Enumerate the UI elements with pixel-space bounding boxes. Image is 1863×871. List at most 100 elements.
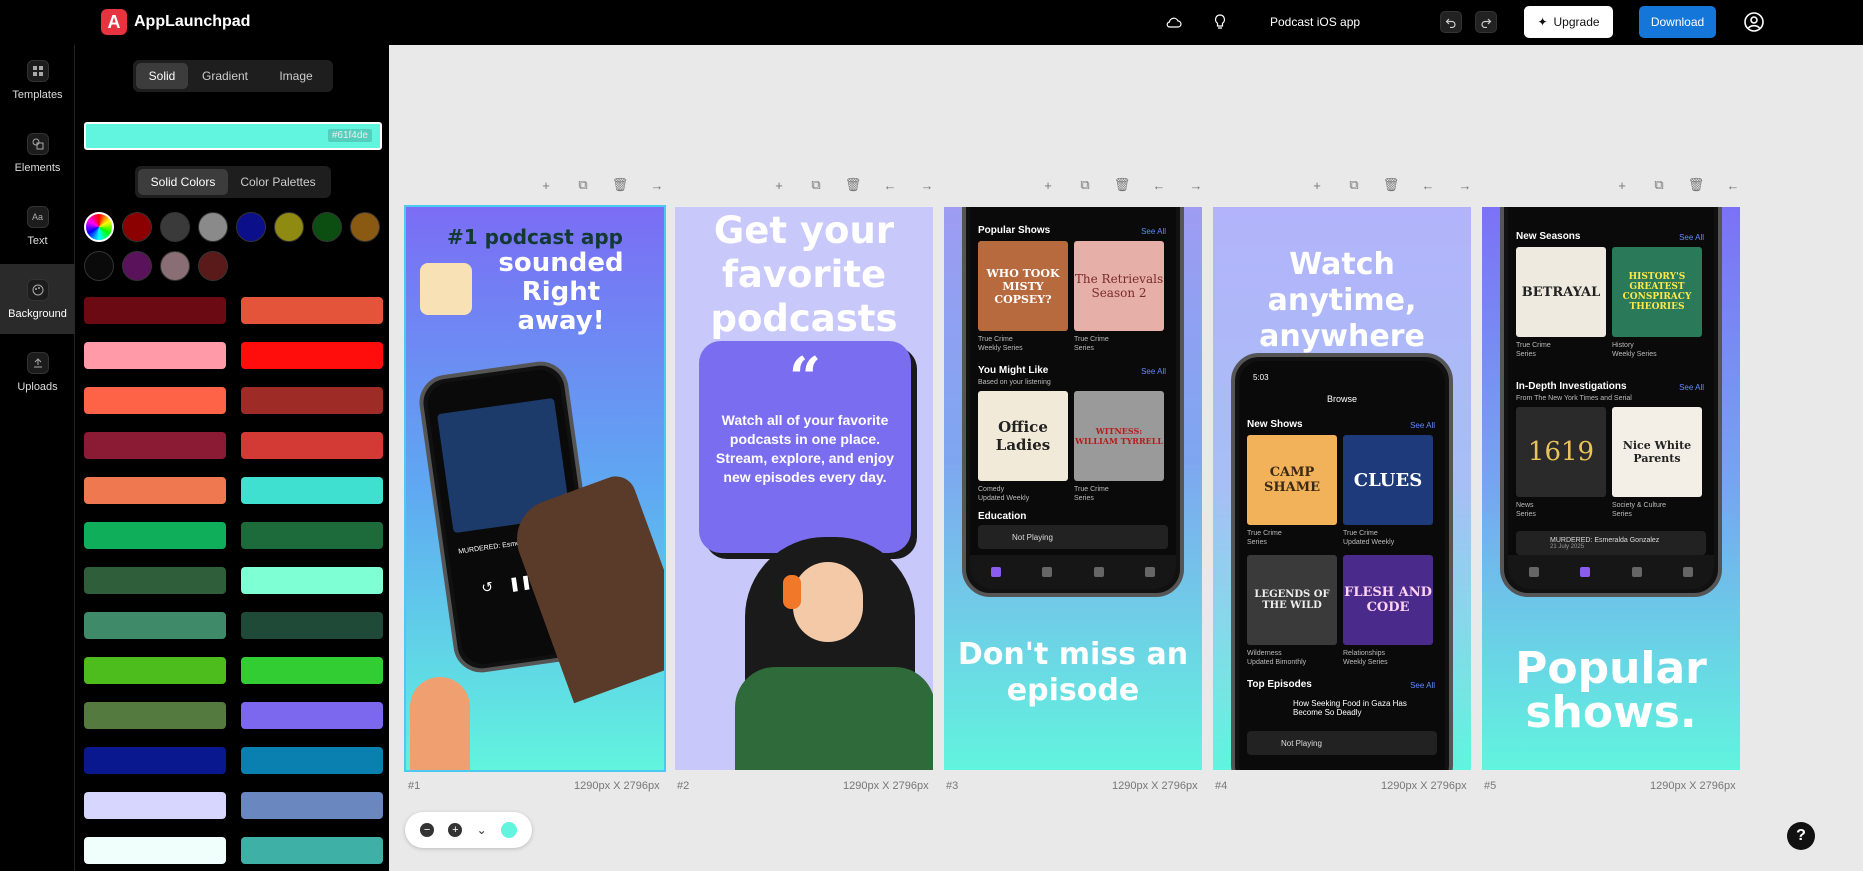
- podcast-logo-badge[interactable]: [420, 263, 472, 315]
- color-bar[interactable]: [84, 522, 226, 549]
- color-bar[interactable]: [241, 297, 383, 324]
- frame4-headline[interactable]: Watch anytime, anywhere: [1213, 247, 1471, 355]
- card-conspiracy-theories[interactable]: HISTORY'S GREATEST CONSPIRACY THEORIES: [1612, 247, 1702, 337]
- color-swatch[interactable]: [274, 212, 304, 242]
- project-name[interactable]: Podcast iOS app: [1270, 15, 1360, 29]
- tab-solid[interactable]: Solid: [136, 63, 188, 89]
- color-swatch[interactable]: [160, 212, 190, 242]
- rail-elements[interactable]: Elements: [0, 118, 75, 188]
- card-clues[interactable]: CLUES: [1343, 435, 1433, 525]
- see-all-link[interactable]: See All: [1410, 681, 1435, 690]
- current-color-field[interactable]: #61f4de: [84, 122, 382, 150]
- app-logo[interactable]: A AppLaunchpad: [101, 9, 250, 35]
- current-color-hex[interactable]: #61f4de: [327, 129, 372, 142]
- color-bar[interactable]: [84, 612, 226, 639]
- see-all-link[interactable]: See All: [1141, 227, 1166, 236]
- chevron-down-icon[interactable]: ⌄: [477, 823, 487, 837]
- download-button[interactable]: Download: [1639, 6, 1716, 38]
- frame4-phone[interactable]: 5:03 Browse New Shows See All CAMP SHAME…: [1231, 353, 1453, 770]
- delete-icon[interactable]: 🗑: [1688, 177, 1705, 193]
- duplicate-icon[interactable]: ⧉: [1077, 177, 1093, 193]
- rail-text[interactable]: Aa Text: [0, 191, 75, 261]
- color-bar[interactable]: [241, 792, 383, 819]
- account-icon[interactable]: [1743, 11, 1765, 33]
- see-all-link[interactable]: See All: [1679, 233, 1704, 242]
- move-left-icon[interactable]: ←: [1151, 177, 1167, 193]
- browse-tab-icon[interactable]: [1580, 567, 1591, 577]
- tab-gradient[interactable]: Gradient: [188, 63, 262, 89]
- frame5-footer[interactable]: Popular shows.: [1482, 647, 1740, 735]
- now-playing-bar[interactable]: Not Playing: [978, 525, 1168, 549]
- move-right-icon[interactable]: →: [649, 177, 665, 193]
- top-episode-title[interactable]: How Seeking Food in Gaza Has Become So D…: [1293, 699, 1413, 717]
- screenshot-frame-1[interactable]: #1 podcast app sounded Right away! MURDE…: [404, 205, 666, 772]
- card-nice-white-parents[interactable]: Nice White Parents: [1612, 407, 1702, 497]
- cloud-save-icon[interactable]: [1164, 12, 1184, 32]
- frame1-headline-top[interactable]: #1 podcast app: [406, 225, 664, 249]
- move-right-icon[interactable]: →: [1188, 177, 1204, 193]
- tab-color-palettes[interactable]: Color Palettes: [228, 169, 328, 195]
- zoom-in-button[interactable]: +: [448, 823, 463, 837]
- color-bar[interactable]: [84, 747, 226, 774]
- color-swatch[interactable]: [198, 212, 228, 242]
- delete-icon[interactable]: 🗑: [845, 177, 862, 193]
- color-swatch[interactable]: [84, 251, 114, 281]
- card-betrayal[interactable]: BETRAYAL: [1516, 247, 1606, 337]
- color-picker-swatch[interactable]: [84, 212, 114, 242]
- color-swatch[interactable]: [236, 212, 266, 242]
- color-bar[interactable]: [84, 387, 226, 414]
- add-frame-icon[interactable]: +: [1309, 177, 1325, 193]
- add-frame-icon[interactable]: +: [1614, 177, 1630, 193]
- add-frame-icon[interactable]: +: [1040, 177, 1056, 193]
- undo-button[interactable]: [1440, 11, 1462, 33]
- see-all-link[interactable]: See All: [1679, 383, 1704, 392]
- frame5-phone[interactable]: New Seasons See All BETRAYAL HISTORY'S G…: [1500, 207, 1722, 597]
- move-left-icon[interactable]: ←: [1420, 177, 1436, 193]
- home-tab-icon[interactable]: [990, 567, 1001, 577]
- color-bar[interactable]: [241, 477, 383, 504]
- add-frame-icon[interactable]: +: [771, 177, 787, 193]
- zoom-out-button[interactable]: −: [420, 823, 435, 837]
- upgrade-button[interactable]: ✦ Upgrade: [1524, 6, 1613, 38]
- color-swatch[interactable]: [122, 212, 152, 242]
- now-playing-bar[interactable]: Not Playing: [1247, 731, 1437, 755]
- browse-tab-icon[interactable]: [1042, 567, 1053, 577]
- rail-background[interactable]: Background: [0, 264, 75, 334]
- search-tab-icon[interactable]: [1683, 567, 1694, 577]
- color-bar[interactable]: [241, 612, 383, 639]
- move-left-icon[interactable]: ←: [1725, 177, 1741, 193]
- color-bar[interactable]: [241, 567, 383, 594]
- duplicate-icon[interactable]: ⧉: [1651, 177, 1667, 193]
- color-bar[interactable]: [241, 387, 383, 414]
- tab-image[interactable]: Image: [262, 63, 330, 89]
- delete-icon[interactable]: 🗑: [612, 177, 629, 193]
- frame3-footer[interactable]: Don't miss an episode: [944, 637, 1202, 709]
- home-tab-icon[interactable]: [1528, 567, 1539, 577]
- redo-button[interactable]: [1475, 11, 1497, 33]
- lightbulb-icon[interactable]: [1210, 12, 1230, 32]
- color-bar[interactable]: [84, 567, 226, 594]
- frame1-headline[interactable]: sounded Right away!: [456, 249, 664, 336]
- color-bar[interactable]: [241, 342, 383, 369]
- card-legends-of-the-wild[interactable]: LEGENDS OF THE WILD: [1247, 555, 1337, 645]
- color-bar[interactable]: [241, 432, 383, 459]
- color-bar[interactable]: [84, 297, 226, 324]
- delete-icon[interactable]: 🗑: [1383, 177, 1400, 193]
- card-witness[interactable]: WITNESS: WILLIAM TYRRELL: [1074, 391, 1164, 481]
- card-misty-copsey[interactable]: WHO TOOK MISTY COPSEY?: [978, 241, 1068, 331]
- color-bar[interactable]: [241, 522, 383, 549]
- card-office-ladies[interactable]: Office Ladies: [978, 391, 1068, 481]
- screenshot-frame-3[interactable]: Popular Shows See All WHO TOOK MISTY COP…: [944, 207, 1202, 770]
- color-swatch[interactable]: [198, 251, 228, 281]
- color-bar[interactable]: [84, 657, 226, 684]
- background-color-indicator[interactable]: [500, 822, 517, 838]
- color-swatch[interactable]: [350, 212, 380, 242]
- see-all-link[interactable]: See All: [1410, 421, 1435, 430]
- color-swatch[interactable]: [160, 251, 190, 281]
- card-flesh-and-code[interactable]: FLESH AND CODE: [1343, 555, 1433, 645]
- frame2-headline[interactable]: Get your favorite podcasts: [675, 209, 933, 341]
- move-left-icon[interactable]: ←: [882, 177, 898, 193]
- library-tab-icon[interactable]: [1093, 567, 1104, 577]
- move-right-icon[interactable]: →: [1457, 177, 1473, 193]
- delete-icon[interactable]: 🗑: [1114, 177, 1131, 193]
